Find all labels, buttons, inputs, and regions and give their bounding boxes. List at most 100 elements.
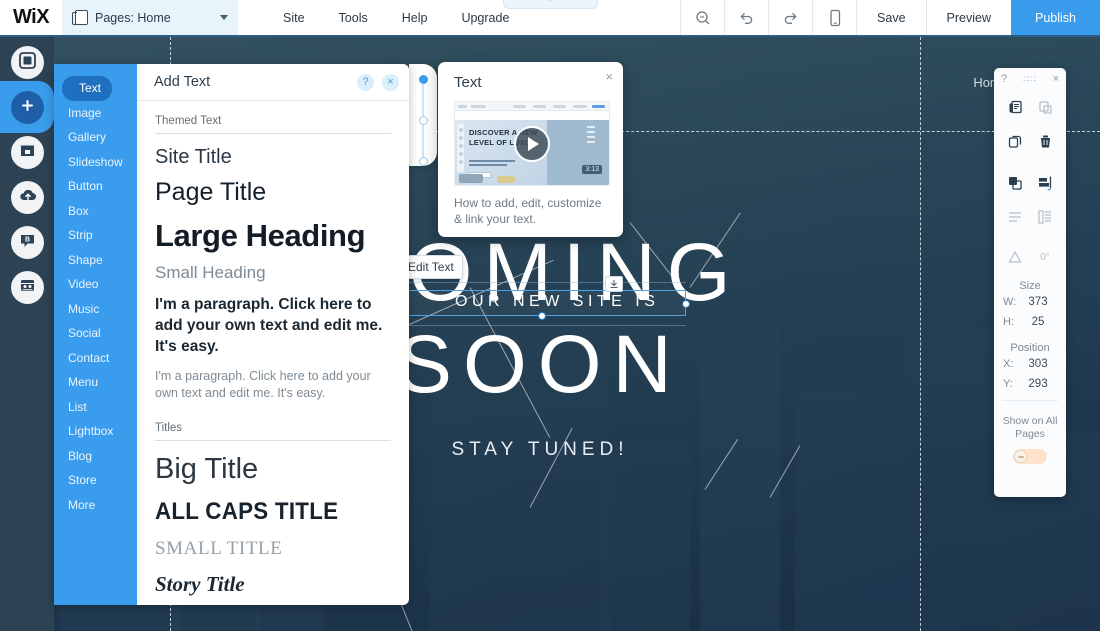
help-card-title: Text [454, 74, 482, 91]
menu-tools[interactable]: Tools [322, 0, 385, 36]
delete-icon[interactable] [1034, 130, 1056, 152]
category-blog[interactable]: Blog [54, 444, 137, 469]
height-value[interactable]: 25 [1019, 316, 1057, 328]
help-card-description: How to add, edit, customize & link your … [454, 196, 602, 226]
add-text-panel-body: Add Text ? × Themed Text Site Title Page… [137, 64, 409, 605]
store-icon [19, 142, 36, 164]
publish-button[interactable]: Publish [1011, 0, 1100, 35]
sample-page-title[interactable]: Page Title [155, 178, 391, 207]
menu-help[interactable]: Help [385, 0, 445, 36]
panel-step-indicator[interactable] [409, 64, 437, 166]
category-label: Store [68, 473, 97, 488]
sample-paragraph-bold[interactable]: I'm a paragraph. Click here to add your … [155, 294, 391, 357]
element-properties-panel: ? ∷∷ × 0° Size W: 373 H: 25 Position X: … [994, 68, 1066, 497]
undo-icon[interactable] [724, 0, 768, 35]
blog-bubble-icon: B [19, 232, 36, 254]
category-social[interactable]: Social [54, 321, 137, 346]
category-button[interactable]: Button [54, 174, 137, 199]
x-value[interactable]: 303 [1019, 358, 1057, 370]
save-button[interactable]: Save [856, 0, 926, 35]
sample-all-caps-title[interactable]: ALL CAPS TITLE [155, 498, 374, 526]
width-value[interactable]: 373 [1019, 296, 1057, 308]
copy-icon[interactable] [1004, 96, 1026, 118]
add-text-scroll-area[interactable]: Themed Text Site Title Page Title Large … [137, 101, 409, 605]
drag-handle-icon[interactable]: ∷∷ [1007, 74, 1052, 83]
category-list[interactable]: List [54, 395, 137, 420]
category-menu[interactable]: Menu [54, 370, 137, 395]
element-badge-icon[interactable] [605, 276, 623, 292]
thumb-nav-row [455, 111, 609, 120]
category-music[interactable]: Music [54, 297, 137, 322]
category-shape[interactable]: Shape [54, 248, 137, 273]
category-contact[interactable]: Contact [54, 346, 137, 371]
redo-icon[interactable] [768, 0, 812, 35]
distribute-vertical-icon [1034, 206, 1056, 228]
sidebar-item-my-uploads[interactable] [11, 181, 44, 214]
arrange-icon[interactable] [1004, 172, 1026, 194]
category-label: Music [68, 301, 100, 316]
sample-big-title[interactable]: Big Title [155, 453, 391, 486]
sample-small-title[interactable]: SMALL TITLE [155, 538, 391, 560]
y-field[interactable]: Y: 293 [994, 374, 1066, 394]
properties-tool-row-2 [994, 124, 1066, 158]
duplicate-icon[interactable] [1004, 130, 1026, 152]
category-slideshow[interactable]: Slideshow [54, 150, 137, 175]
chevron-down-icon [220, 15, 228, 20]
sidebar-item-add[interactable] [11, 91, 44, 124]
pages-dropdown[interactable]: Pages: Home [62, 0, 238, 35]
x-field[interactable]: X: 303 [994, 354, 1066, 374]
position-label: Position [1010, 342, 1050, 354]
step-dot-2[interactable] [418, 116, 428, 125]
category-label: Gallery [68, 130, 107, 145]
mobile-view-icon[interactable] [812, 0, 856, 35]
show-on-all-pages-toggle[interactable] [1013, 449, 1047, 464]
category-more[interactable]: More [54, 493, 137, 518]
guide-line-right [920, 37, 921, 631]
sample-paragraph-light[interactable]: I'm a paragraph. Click here to add your … [155, 368, 391, 402]
preview-button[interactable]: Preview [925, 0, 1011, 35]
height-field[interactable]: H: 25 [994, 312, 1066, 332]
close-icon[interactable]: × [382, 73, 399, 91]
svg-text:B: B [25, 236, 30, 243]
sample-story-title[interactable]: Story Title [155, 572, 391, 597]
category-label: Contact [68, 350, 110, 365]
selected-text-element[interactable]: OUR NEW SITE IS [396, 276, 690, 320]
category-strip[interactable]: Strip [54, 223, 137, 248]
category-label: Video [68, 277, 99, 292]
resize-handle-bottom[interactable] [538, 312, 546, 320]
close-icon[interactable]: × [1053, 73, 1059, 85]
collapse-toolbar-tab[interactable]: ⌃ [503, 0, 598, 9]
category-label: List [68, 399, 87, 414]
resize-handle-right[interactable] [682, 300, 690, 308]
sidebar-item-menus-pages[interactable] [11, 46, 44, 79]
help-icon[interactable]: ? [357, 73, 374, 91]
width-field[interactable]: W: 373 [994, 292, 1066, 312]
menu-site[interactable]: Site [266, 0, 322, 36]
category-video[interactable]: Video [54, 272, 137, 297]
cloud-upload-icon [19, 187, 37, 209]
y-value[interactable]: 293 [1019, 378, 1057, 390]
step-line [422, 125, 424, 157]
sample-small-heading[interactable]: Small Heading [155, 263, 391, 283]
close-icon[interactable]: × [605, 69, 613, 84]
properties-tool-row-4 [994, 200, 1066, 234]
category-text[interactable]: Text [62, 76, 112, 101]
step-dot-3[interactable] [418, 157, 428, 166]
sample-site-title[interactable]: Site Title [155, 146, 391, 169]
category-image[interactable]: Image [54, 101, 137, 126]
search-icon[interactable] [680, 0, 724, 35]
help-card-video-thumbnail[interactable]: DISCOVER A NEW LEVEL OF LUXUR 3:13 [454, 101, 610, 186]
sidebar-item-bookings[interactable] [11, 271, 44, 304]
sidebar-item-blog[interactable]: B [11, 226, 44, 259]
step-dot-1[interactable] [418, 75, 428, 84]
category-store[interactable]: Store [54, 468, 137, 493]
play-button-icon[interactable] [514, 125, 550, 162]
sample-large-heading[interactable]: Large Heading [155, 218, 391, 254]
align-icon[interactable] [1034, 172, 1056, 194]
sidebar-item-app-market[interactable] [11, 136, 44, 169]
category-lightbox[interactable]: Lightbox [54, 419, 137, 444]
category-box[interactable]: Box [54, 199, 137, 224]
category-label: Blog [68, 448, 93, 463]
wix-logo[interactable]: WiX [0, 0, 62, 35]
category-gallery[interactable]: Gallery [54, 125, 137, 150]
